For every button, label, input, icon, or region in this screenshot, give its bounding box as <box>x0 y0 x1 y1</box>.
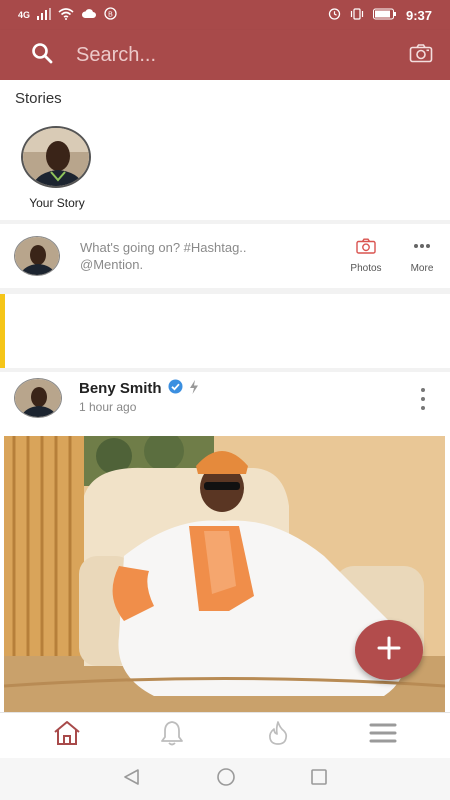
vibrate-icon <box>350 7 364 23</box>
avatar[interactable] <box>14 378 62 418</box>
composer-placeholder-line2: @Mention. <box>80 257 144 272</box>
bell-icon <box>159 719 185 752</box>
fire-icon <box>267 720 289 751</box>
nav-home[interactable] <box>47 718 87 754</box>
nav-notifications[interactable] <box>152 718 192 754</box>
avatar <box>21 126 91 188</box>
system-navigation-bar <box>0 758 450 800</box>
photos-button[interactable]: Photos <box>341 238 391 274</box>
recents-icon[interactable] <box>310 768 328 791</box>
app-screen: 4G B 9:37 Search... Stories Your Story W… <box>0 0 450 800</box>
wifi-icon <box>58 7 74 23</box>
cloud-icon <box>81 8 97 22</box>
app-bar <box>0 30 450 80</box>
clock-time: 9:37 <box>405 7 432 23</box>
stories-section: Stories Your Story <box>0 80 450 220</box>
author-name: Beny Smith <box>79 380 162 397</box>
plus-icon <box>376 635 402 666</box>
composer-input[interactable]: What's going on? #Hashtag.. @Mention. <box>80 239 330 273</box>
create-post-fab[interactable] <box>355 620 423 680</box>
more-label: More <box>410 263 434 274</box>
network-type-label: 4G <box>18 10 31 20</box>
stories-title: Stories <box>15 90 62 107</box>
search-input[interactable] <box>76 43 376 67</box>
more-horizontal-icon <box>412 244 432 257</box>
hamburger-menu-icon <box>369 722 397 749</box>
search-bar[interactable] <box>30 41 406 70</box>
camera-icon <box>409 43 433 68</box>
photos-label: Photos <box>350 263 382 274</box>
composer-placeholder-line1: What's going on? #Hashtag.. <box>80 240 247 255</box>
verified-badge-icon <box>168 379 183 398</box>
card-accent-bar <box>0 294 5 368</box>
nav-trending[interactable] <box>258 718 298 754</box>
post-author[interactable]: Beny Smith <box>79 379 199 398</box>
story-label: Your Story <box>29 196 85 210</box>
camera-button[interactable] <box>406 40 436 70</box>
search-icon[interactable] <box>30 41 54 70</box>
back-icon[interactable] <box>122 768 142 791</box>
story-item-your-story[interactable]: Your Story <box>20 126 92 210</box>
signal-icon <box>37 7 52 23</box>
battery-icon <box>372 8 397 23</box>
bottom-navigation <box>0 712 450 758</box>
post-composer[interactable]: What's going on? #Hashtag.. @Mention. Ph… <box>0 224 450 288</box>
camera-icon <box>356 238 376 257</box>
svg-text:B: B <box>108 11 113 18</box>
post-timestamp: 1 hour ago <box>79 400 137 414</box>
alarm-icon <box>328 7 341 23</box>
post-options-button[interactable] <box>418 388 428 410</box>
data-saver-icon: B <box>104 7 117 23</box>
post-header: Beny Smith 1 hour ago <box>0 372 450 428</box>
home-circle-icon[interactable] <box>216 767 236 792</box>
nav-menu[interactable] <box>363 718 403 754</box>
lightning-icon <box>189 379 199 398</box>
status-bar: 4G B 9:37 <box>0 0 450 30</box>
kebab-menu-icon <box>421 388 425 392</box>
avatar <box>14 236 60 276</box>
home-icon <box>52 720 82 751</box>
empty-card <box>0 294 450 368</box>
more-button[interactable]: More <box>397 238 447 274</box>
